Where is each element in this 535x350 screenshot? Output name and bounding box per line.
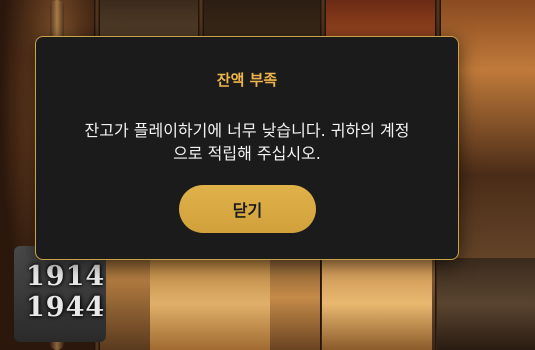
- dialog-title: 잔액 부족: [216, 71, 278, 89]
- insufficient-balance-dialog: 잔액 부족 잔고가 플레이하기에 너무 낮습니다. 귀하의 계정 으로 적립해 …: [35, 36, 459, 260]
- symbol-tile: [437, 258, 535, 350]
- year-top-text: 1914: [26, 261, 106, 292]
- year-bottom-text: 1944: [26, 292, 106, 323]
- symbol-tile: [322, 258, 432, 350]
- dialog-message: 잔고가 플레이하기에 너무 낮습니다. 귀하의 계정 으로 적립해 주십시오.: [84, 121, 410, 163]
- symbol-tile: [150, 258, 270, 350]
- close-button[interactable]: 닫기: [179, 185, 316, 233]
